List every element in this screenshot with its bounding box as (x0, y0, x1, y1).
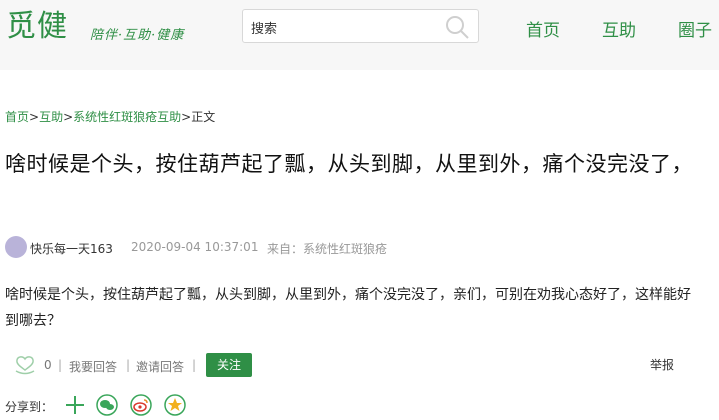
nav-circles[interactable]: 圈子 (678, 16, 712, 41)
breadcrumb-current: 正文 (191, 110, 216, 124)
post-title: 啥时候是个头，按住葫芦起了瓢，从头到脚，从里到外，痛个没完没了， (5, 152, 693, 176)
follow-button[interactable]: 关注 (206, 353, 252, 377)
search-input[interactable]: 搜索 (251, 18, 277, 37)
search-box[interactable]: 搜索 (242, 9, 479, 43)
plus-icon[interactable] (64, 394, 86, 416)
invite-answer-button[interactable]: 邀请回答 (136, 358, 184, 375)
share-bar: 分享到： (0, 392, 719, 418)
divider: | (58, 358, 63, 372)
wechat-icon[interactable] (96, 394, 118, 416)
site-slogan: 陪伴·互助·健康 (90, 28, 185, 43)
avatar[interactable] (5, 236, 27, 258)
breadcrumb-separator: > (29, 110, 40, 124)
nav-mutual-help[interactable]: 互助 (602, 16, 636, 41)
nav-home[interactable]: 首页 (526, 16, 560, 41)
site-logo[interactable]: 觅健 (6, 8, 68, 46)
breadcrumb-separator: > (181, 110, 192, 124)
qzone-icon[interactable] (164, 394, 186, 416)
post-actions: 0 | 我要回答 | 邀请回答 | 关注 举报 (0, 352, 719, 378)
weibo-icon[interactable] (130, 394, 152, 416)
breadcrumb: 首页>互助>系统性红斑狼疮互助>正文 (5, 108, 215, 125)
search-icon[interactable] (444, 14, 470, 40)
answer-button[interactable]: 我要回答 (69, 358, 117, 375)
breadcrumb-home[interactable]: 首页 (5, 110, 29, 124)
report-button[interactable]: 举报 (650, 356, 674, 373)
divider: | (126, 358, 131, 372)
author-name[interactable]: 快乐每一天163 (30, 240, 113, 257)
share-label: 分享到： (5, 400, 54, 414)
breadcrumb-mutual-help[interactable]: 互助 (39, 110, 63, 124)
like-icon[interactable] (14, 355, 36, 375)
post-source[interactable]: 来自：系统性红斑狼疮 (267, 240, 387, 257)
post-body: 啥时候是个头，按住葫芦起了瓢，从头到脚，从里到外，痛个没完没了，亲们，可别在劝我… (5, 287, 691, 329)
site-header: 觅健 陪伴·互助·健康 搜索 首页 互助 圈子 (0, 0, 719, 70)
breadcrumb-separator: > (63, 110, 74, 124)
post-time: 2020-09-04 10:37:01 (131, 240, 259, 254)
like-count: 0 (44, 358, 52, 372)
breadcrumb-group[interactable]: 系统性红斑狼疮互助 (73, 110, 181, 124)
divider: | (192, 358, 197, 372)
